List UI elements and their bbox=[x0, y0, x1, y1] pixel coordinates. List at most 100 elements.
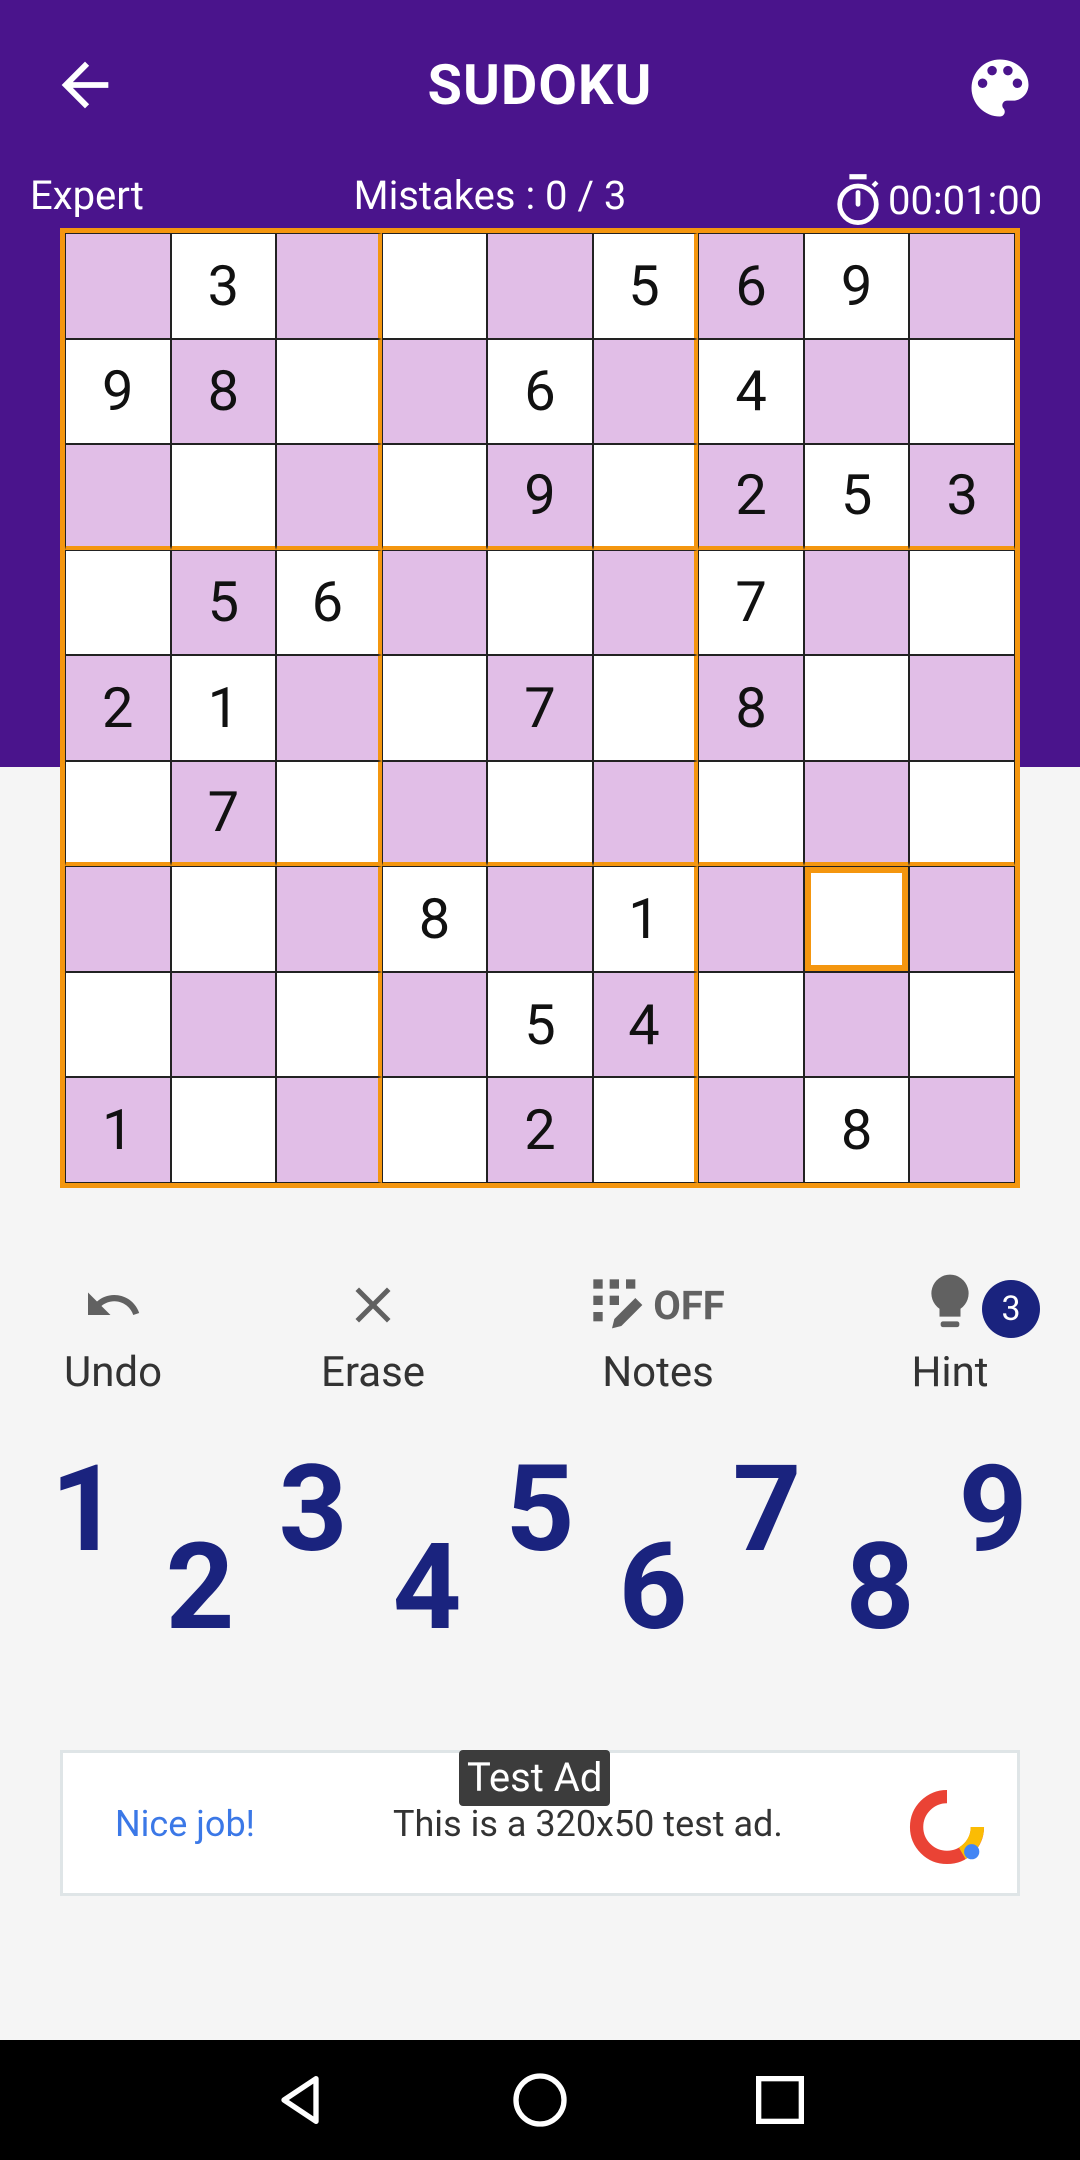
board-cell[interactable]: 1 bbox=[65, 1077, 171, 1183]
board-cell[interactable] bbox=[65, 444, 171, 550]
board-cell[interactable]: 1 bbox=[170, 655, 277, 761]
board-cell[interactable] bbox=[170, 866, 277, 972]
board-cell[interactable] bbox=[65, 866, 171, 972]
number-key[interactable]: 1 bbox=[40, 1450, 130, 1570]
board-cell[interactable] bbox=[487, 760, 593, 867]
board-cell[interactable]: 5 bbox=[170, 549, 277, 656]
board-cell[interactable]: 8 bbox=[170, 338, 277, 445]
board-cell[interactable] bbox=[170, 971, 277, 1078]
board-cell[interactable]: 5 bbox=[592, 233, 699, 339]
board-cell[interactable] bbox=[909, 549, 1015, 656]
board-cell[interactable]: 7 bbox=[487, 655, 593, 761]
board-cell[interactable]: 5 bbox=[803, 444, 910, 550]
board-cell[interactable] bbox=[803, 655, 910, 761]
board-cell[interactable] bbox=[381, 760, 488, 867]
board-cell[interactable] bbox=[381, 549, 488, 656]
board-cell[interactable]: 2 bbox=[487, 1077, 593, 1183]
board-cell[interactable] bbox=[276, 1077, 382, 1183]
board-cell[interactable] bbox=[381, 1077, 488, 1183]
home-circle-icon[interactable] bbox=[508, 2068, 572, 2132]
board-cell[interactable] bbox=[276, 338, 382, 445]
board-cell[interactable]: 1 bbox=[592, 866, 699, 972]
number-key[interactable]: 2 bbox=[155, 1528, 245, 1648]
erase-button[interactable]: Erase bbox=[263, 1270, 483, 1397]
board-cell[interactable]: 8 bbox=[803, 1077, 910, 1183]
recents-square-icon[interactable] bbox=[748, 2068, 812, 2132]
board-cell[interactable] bbox=[65, 760, 171, 867]
board-cell[interactable] bbox=[592, 338, 699, 445]
board-cell[interactable] bbox=[381, 971, 488, 1078]
board-cell[interactable] bbox=[276, 971, 382, 1078]
board-cell[interactable]: 2 bbox=[698, 444, 804, 550]
board-cell[interactable] bbox=[276, 655, 382, 761]
board-cell[interactable] bbox=[803, 549, 910, 656]
board-cell[interactable] bbox=[381, 444, 488, 550]
board-cell[interactable] bbox=[909, 655, 1015, 761]
board-cell[interactable] bbox=[381, 338, 488, 445]
board-cell[interactable] bbox=[592, 655, 699, 761]
undo-button[interactable]: Undo bbox=[3, 1270, 223, 1397]
board-cell[interactable] bbox=[276, 233, 382, 339]
board-cell[interactable]: 6 bbox=[698, 233, 804, 339]
board-cell[interactable]: 4 bbox=[592, 971, 699, 1078]
back-triangle-icon[interactable] bbox=[268, 2068, 332, 2132]
board-cell[interactable]: 3 bbox=[170, 233, 277, 339]
palette-icon[interactable] bbox=[962, 50, 1038, 126]
board-cell[interactable] bbox=[909, 1077, 1015, 1183]
board-cell[interactable] bbox=[65, 549, 171, 656]
board-cell[interactable] bbox=[381, 233, 488, 339]
number-key[interactable]: 7 bbox=[722, 1450, 812, 1570]
board-cell[interactable] bbox=[909, 971, 1015, 1078]
board-cell[interactable] bbox=[803, 971, 910, 1078]
board-cell[interactable]: 7 bbox=[698, 549, 804, 656]
board-cell[interactable] bbox=[381, 655, 488, 761]
board-cell[interactable]: 3 bbox=[909, 444, 1015, 550]
board-cell[interactable] bbox=[170, 1077, 277, 1183]
board-cell[interactable] bbox=[487, 549, 593, 656]
board-cell[interactable]: 9 bbox=[487, 444, 593, 550]
number-key[interactable]: 4 bbox=[382, 1528, 472, 1648]
board-cell[interactable] bbox=[276, 866, 382, 972]
board-cell[interactable] bbox=[803, 338, 910, 445]
board-cell[interactable] bbox=[65, 233, 171, 339]
board-cell[interactable] bbox=[592, 444, 699, 550]
board-cell[interactable]: 9 bbox=[803, 233, 910, 339]
board-cell[interactable]: 5 bbox=[487, 971, 593, 1078]
board-cell[interactable] bbox=[276, 760, 382, 867]
number-key[interactable]: 8 bbox=[835, 1528, 925, 1648]
notes-button[interactable]: OFF Notes bbox=[548, 1270, 768, 1397]
hint-button[interactable]: 3 Hint bbox=[840, 1270, 1060, 1397]
board-cell[interactable] bbox=[487, 866, 593, 972]
board-cell[interactable] bbox=[170, 444, 277, 550]
notes-label: Notes bbox=[602, 1348, 714, 1397]
board-cell[interactable] bbox=[698, 971, 804, 1078]
notes-state: OFF bbox=[653, 1281, 725, 1329]
board-cell[interactable] bbox=[909, 233, 1015, 339]
board-cell[interactable]: 7 bbox=[170, 760, 277, 867]
number-key[interactable]: 3 bbox=[268, 1450, 358, 1570]
board-cell[interactable] bbox=[592, 760, 699, 867]
board-cell[interactable] bbox=[909, 866, 1015, 972]
board-cell[interactable]: 2 bbox=[65, 655, 171, 761]
board-cell[interactable]: 8 bbox=[381, 866, 488, 972]
number-key[interactable]: 6 bbox=[608, 1528, 698, 1648]
board-cell[interactable] bbox=[698, 1077, 804, 1183]
board-cell[interactable]: 9 bbox=[65, 338, 171, 445]
board-cell[interactable]: 6 bbox=[487, 338, 593, 445]
number-key[interactable]: 9 bbox=[948, 1450, 1038, 1570]
board-cell[interactable] bbox=[592, 549, 699, 656]
board-cell[interactable] bbox=[65, 971, 171, 1078]
board-cell[interactable] bbox=[276, 444, 382, 550]
board-cell[interactable] bbox=[487, 233, 593, 339]
board-cell[interactable] bbox=[909, 338, 1015, 445]
board-cell[interactable] bbox=[698, 866, 804, 972]
board-cell[interactable] bbox=[592, 1077, 699, 1183]
board-cell[interactable]: 4 bbox=[698, 338, 804, 445]
board-cell[interactable]: 8 bbox=[698, 655, 804, 761]
board-cell[interactable] bbox=[698, 760, 804, 867]
board-cell[interactable] bbox=[803, 866, 910, 972]
board-cell[interactable]: 6 bbox=[276, 549, 382, 656]
board-cell[interactable] bbox=[909, 760, 1015, 867]
board-cell[interactable] bbox=[803, 760, 910, 867]
number-key[interactable]: 5 bbox=[495, 1450, 585, 1570]
